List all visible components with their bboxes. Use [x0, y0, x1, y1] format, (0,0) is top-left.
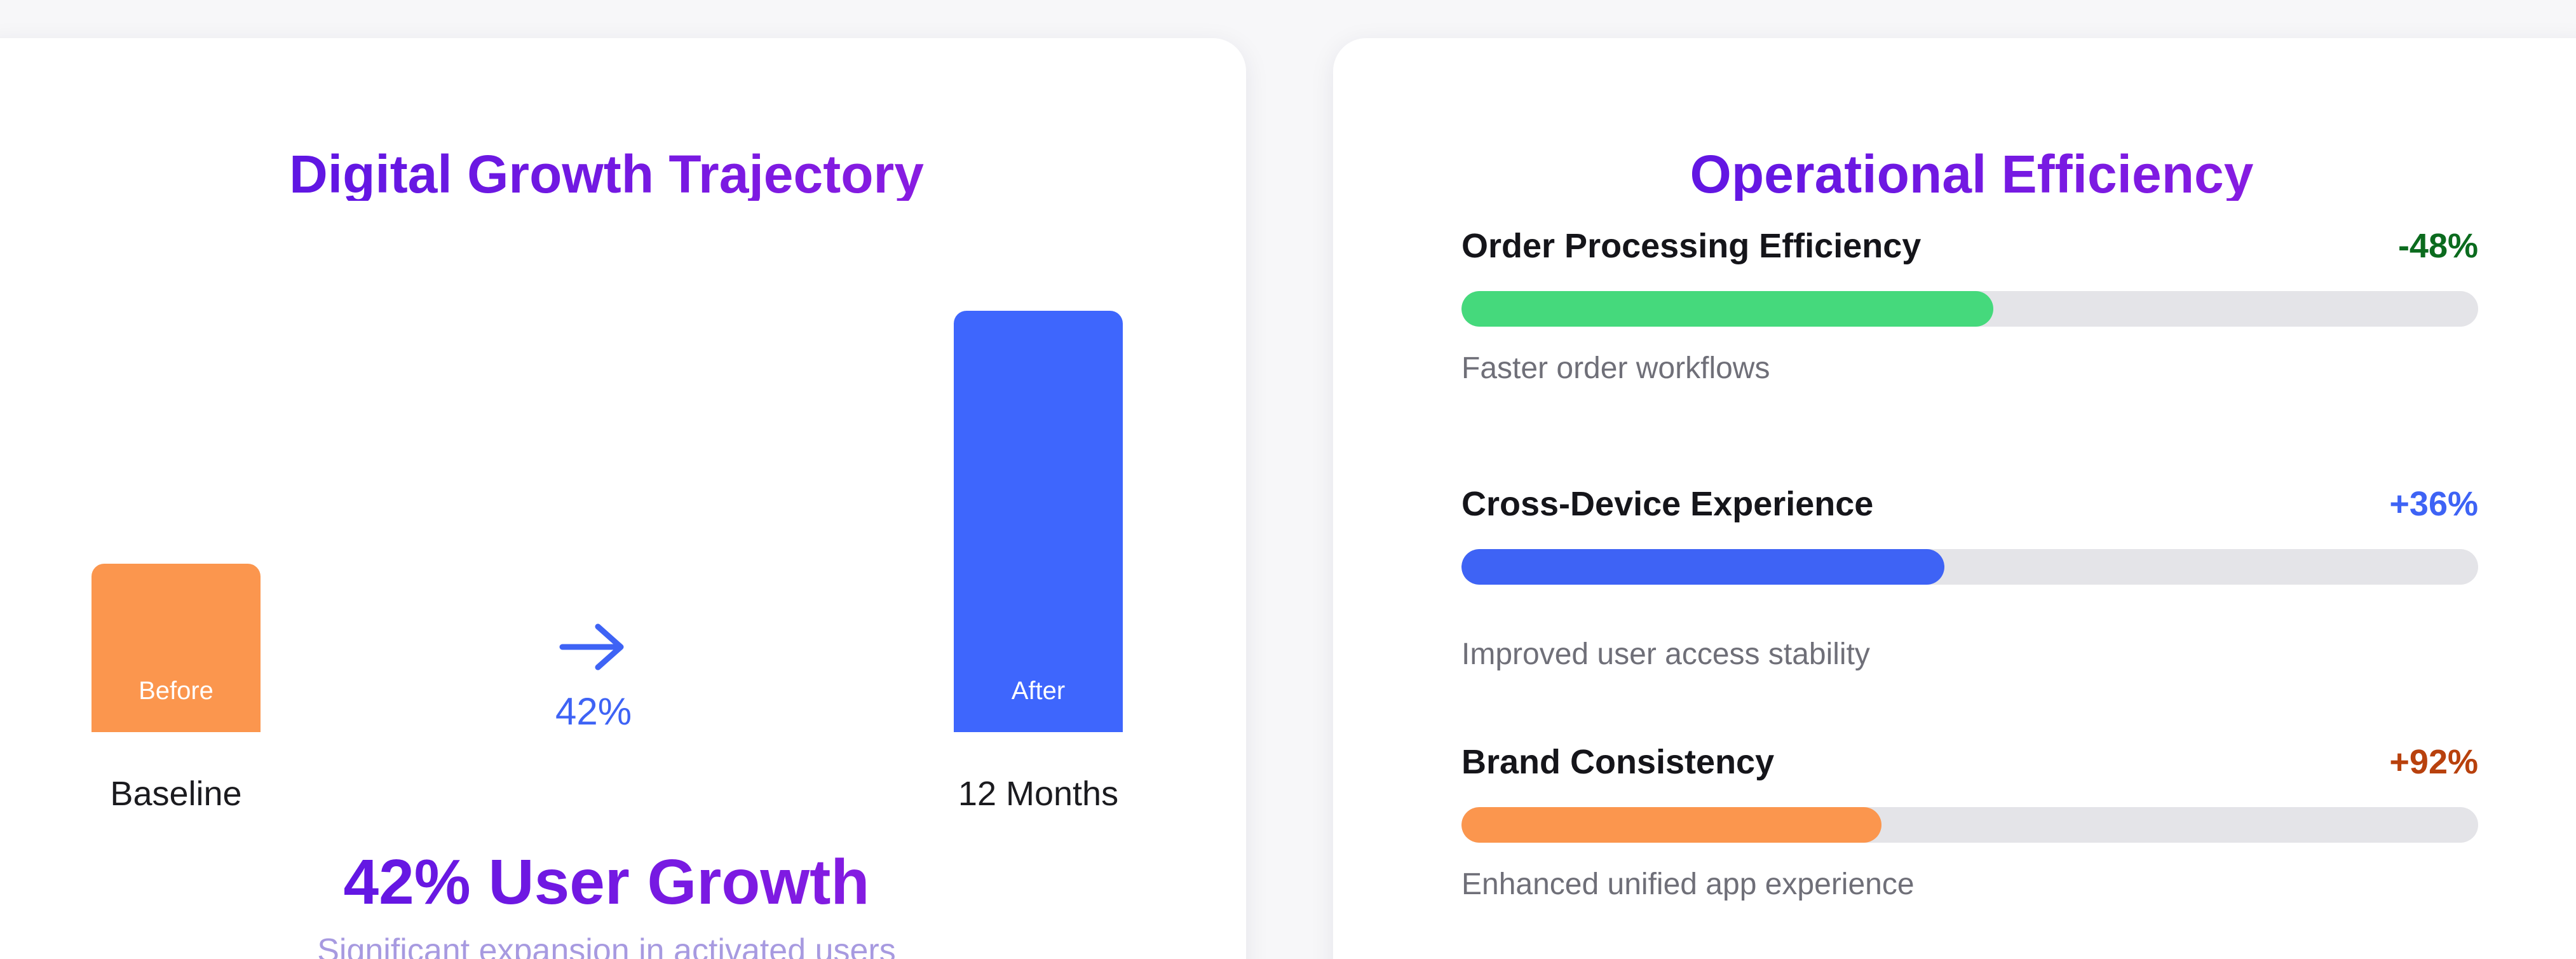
bar-label: Before: [139, 676, 214, 705]
metric-description: Improved user access stability: [1461, 637, 1870, 671]
growth-card: Digital Growth Trajectory 42% Before Base…: [0, 38, 1246, 959]
arrow-right-icon: [559, 623, 624, 670]
metric-value: +36%: [2389, 485, 2478, 523]
metric-value: +92%: [2389, 743, 2478, 781]
bar-label: After: [1011, 677, 1066, 705]
progress-track: [1461, 291, 2478, 327]
metric-description: Faster order workflows: [1461, 351, 1770, 385]
metric-name: Brand Consistency: [1461, 743, 1775, 781]
progress-fill: [1461, 549, 1944, 585]
growth-headline: 42% User Growth: [0, 850, 1246, 914]
progress-fill: [1461, 807, 1881, 843]
category-label: 12 Months: [958, 775, 1119, 813]
efficiency-card: Operational Efficiency Order Processing …: [1333, 38, 2576, 959]
category-label: Baseline: [110, 775, 242, 813]
metric-name: Cross-Device Experience: [1461, 485, 1874, 523]
metric-name: Order Processing Efficiency: [1461, 227, 1922, 265]
metric-description: Enhanced unified app experience: [1461, 867, 1915, 901]
progress-track: [1461, 807, 2478, 843]
metric-cross-device: Cross-Device Experience +36% Improved us…: [1461, 487, 2478, 677]
metric-order-processing: Order Processing Efficiency -48% Faster …: [1461, 229, 2478, 419]
bar-after: After: [954, 311, 1123, 732]
progress-fill: [1461, 291, 1993, 327]
metric-brand-consistency: Brand Consistency +92% Enhanced unified …: [1461, 745, 2478, 935]
bar-before: Before: [92, 563, 261, 732]
efficiency-card-title: Operational Efficiency: [1333, 147, 2576, 201]
progress-track: [1461, 549, 2478, 585]
page: Digital Growth Trajectory 42% Before Base…: [0, 0, 2576, 959]
change-label: 42%: [555, 690, 632, 733]
growth-chart: 42% Before Baseline After 12 Months: [0, 38, 1246, 959]
metric-value: -48%: [2397, 227, 2478, 265]
growth-subline: Significant expansion in activated users: [317, 932, 896, 959]
